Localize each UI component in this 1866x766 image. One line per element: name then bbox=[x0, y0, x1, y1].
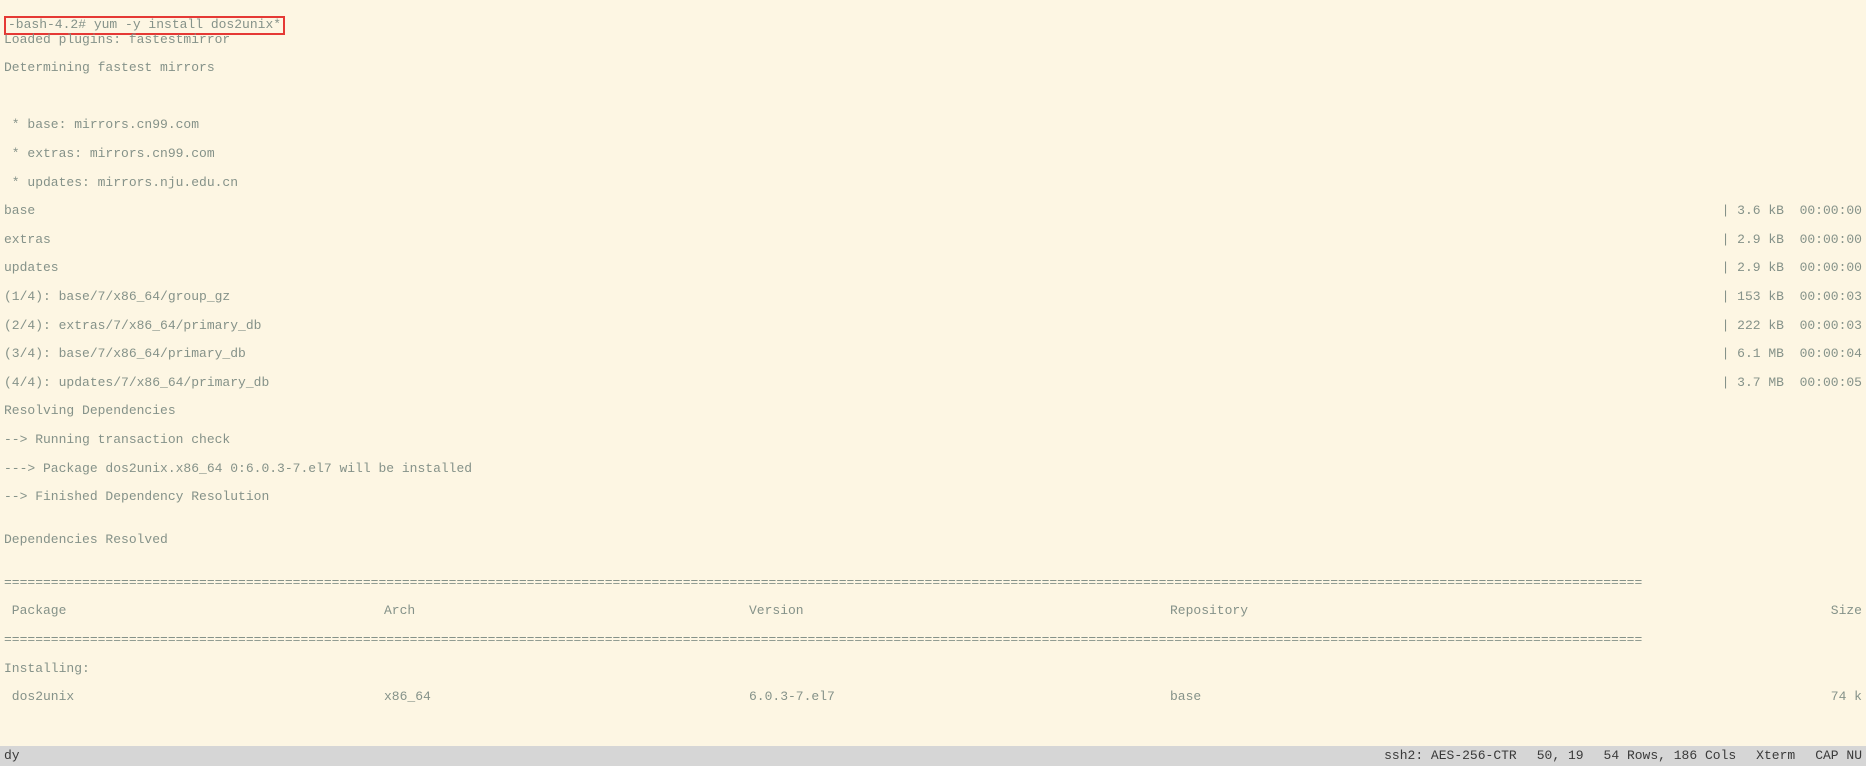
installing-label: Installing: bbox=[4, 662, 1862, 676]
status-connection: ssh2: AES-256-CTR bbox=[1384, 749, 1517, 763]
output-line: Dependencies Resolved bbox=[4, 533, 1862, 547]
repo-row: updates| 2.9 kB 00:00:00 bbox=[4, 261, 1862, 275]
divider: ========================================… bbox=[4, 633, 1862, 647]
repo-row: (4/4): updates/7/x86_64/primary_db| 3.7 … bbox=[4, 376, 1862, 390]
table-header: PackageArchVersionRepositorySize bbox=[4, 604, 1862, 618]
status-size: 54 Rows, 186 Cols bbox=[1604, 749, 1737, 763]
repo-row: (3/4): base/7/x86_64/primary_db| 6.1 MB … bbox=[4, 347, 1862, 361]
terminal-output[interactable]: -bash-4.2# yum -y install dos2unix* Load… bbox=[0, 0, 1866, 746]
output-line: * base: mirrors.cn99.com bbox=[4, 118, 1862, 132]
output-line: Resolving Dependencies bbox=[4, 404, 1862, 418]
repo-row: extras| 2.9 kB 00:00:00 bbox=[4, 233, 1862, 247]
divider: ========================================… bbox=[4, 576, 1862, 590]
status-position: 50, 19 bbox=[1537, 749, 1584, 763]
repo-row: (2/4): extras/7/x86_64/primary_db| 222 k… bbox=[4, 319, 1862, 333]
output-line: Loaded plugins: fastestmirror bbox=[4, 33, 1862, 47]
output-line: * extras: mirrors.cn99.com bbox=[4, 147, 1862, 161]
command-text: -bash-4.2# yum -y install dos2unix* bbox=[8, 17, 281, 32]
output-line: --> Running transaction check bbox=[4, 433, 1862, 447]
output-line bbox=[4, 719, 1862, 733]
output-line: ---> Package dos2unix.x86_64 0:6.0.3-7.e… bbox=[4, 462, 1862, 476]
table-row: dos2unixx86_646.0.3-7.el7base74 k bbox=[4, 690, 1862, 704]
status-cap: CAP NU bbox=[1815, 749, 1862, 763]
repo-row: base| 3.6 kB 00:00:00 bbox=[4, 204, 1862, 218]
status-term: Xterm bbox=[1756, 749, 1795, 763]
output-line: --> Finished Dependency Resolution bbox=[4, 490, 1862, 504]
status-bar: dy ssh2: AES-256-CTR 50, 19 54 Rows, 186… bbox=[0, 746, 1866, 766]
repo-row: (1/4): base/7/x86_64/group_gz| 153 kB 00… bbox=[4, 290, 1862, 304]
output-line: * updates: mirrors.nju.edu.cn bbox=[4, 176, 1862, 190]
output-line: Determining fastest mirrors bbox=[4, 61, 1862, 75]
status-left: dy bbox=[4, 749, 1384, 763]
